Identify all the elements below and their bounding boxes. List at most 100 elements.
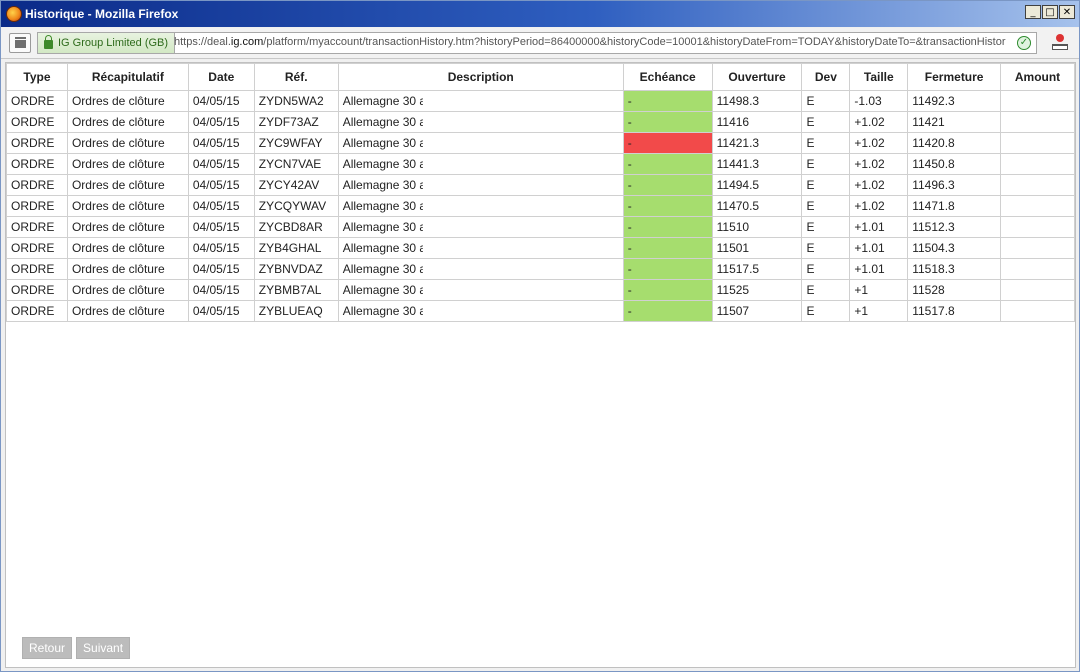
cell-recap: Ordres de clôture (66, 174, 189, 196)
minimize-button[interactable]: _ (1025, 5, 1041, 19)
cell-ech: - (622, 216, 713, 238)
table-row[interactable]: ORDRE Ordres de clôture 04/05/15 ZYDN5WA2 Al… (6, 90, 1075, 112)
cell-desc: Allemagne 30 a (337, 111, 624, 133)
cell-ech: - (622, 174, 713, 196)
cell-ouv: 11507 (711, 300, 803, 322)
cell-recap: Ordres de clôture (66, 132, 189, 154)
cell-date: 04/05/15 (187, 174, 255, 196)
cell-recap: Ordres de clôture (66, 279, 189, 301)
column-header-amount[interactable]: Amount (1000, 63, 1075, 91)
table-row[interactable]: ORDRE Ordres de clôture 04/05/15 ZYB4GHAL Al… (6, 237, 1075, 259)
cell-ouv: 11525 (711, 279, 803, 301)
cell-taille: +1.01 (849, 258, 909, 280)
cell-amount (1000, 153, 1075, 175)
cell-dev: E (801, 237, 851, 259)
close-button[interactable]: ✕ (1059, 5, 1075, 19)
cell-recap: Ordres de clôture (66, 111, 189, 133)
cell-ech: - (622, 132, 713, 154)
cell-ouv: 11416 (711, 111, 803, 133)
window-title: Historique - Mozilla Firefox (25, 7, 179, 21)
column-header-date[interactable]: Date (187, 63, 255, 91)
cell-ouv: 11441.3 (711, 153, 803, 175)
cell-desc: Allemagne 30 a (337, 132, 624, 154)
description-text: Allemagne 30 a (342, 283, 427, 297)
cell-type: ORDRE (6, 132, 68, 154)
cell-date: 04/05/15 (187, 279, 255, 301)
column-header-taille[interactable]: Taille (849, 63, 909, 91)
cell-amount (1000, 300, 1075, 322)
cell-ferm: 11518.3 (907, 258, 1002, 280)
cell-ref: ZYCQYWAV (253, 195, 339, 217)
table-row[interactable]: ORDRE Ordres de clôture 04/05/15 ZYCQYWAV Al… (6, 195, 1075, 217)
cell-type: ORDRE (6, 111, 68, 133)
table-row[interactable]: ORDRE Ordres de clôture 04/05/15 ZYCN7VAE Al… (6, 153, 1075, 175)
next-button[interactable]: Suivant (76, 637, 131, 659)
cell-dev: E (801, 132, 851, 154)
column-header-ouverture[interactable]: Ouverture (711, 63, 803, 91)
table-row[interactable]: ORDRE Ordres de clôture 04/05/15 ZYCBD8AR Al… (6, 216, 1075, 238)
navigation-bar: IG Group Limited (GB) https://deal.ig.co… (1, 28, 1079, 59)
url-path: /platform/myaccount/transactionHistory.h… (263, 36, 1006, 48)
back-button[interactable]: Retour (22, 637, 73, 659)
column-header-echeance[interactable]: Echéance (622, 63, 713, 91)
description-text: Allemagne 30 a (342, 199, 427, 213)
table-body: ORDRE Ordres de clôture 04/05/15 ZYDN5WA2 Al… (6, 90, 1075, 322)
cell-date: 04/05/15 (187, 111, 255, 133)
cell-dev: E (801, 90, 851, 112)
cell-desc: Allemagne 30 a (337, 279, 624, 301)
cell-type: ORDRE (6, 300, 68, 322)
table-row[interactable]: ORDRE Ordres de clôture 04/05/15 ZYBNVDAZ Al… (6, 258, 1075, 280)
address-bar[interactable]: IG Group Limited (GB) https://deal.ig.co… (37, 32, 1037, 54)
cell-amount (1000, 174, 1075, 196)
cell-ech: - (622, 300, 713, 322)
cell-recap: Ordres de clôture (66, 153, 189, 175)
cell-ech: - (622, 153, 713, 175)
cell-dev: E (801, 153, 851, 175)
cell-amount (1000, 237, 1075, 259)
column-header-ref[interactable]: Réf. (253, 63, 339, 91)
maximize-button[interactable]: □ (1042, 5, 1058, 19)
addon-icon[interactable] (1051, 34, 1069, 52)
cell-type: ORDRE (6, 279, 68, 301)
column-header-dev[interactable]: Dev (801, 63, 851, 91)
column-header-recap[interactable]: Récapitulatif (66, 63, 189, 91)
site-identity-button[interactable]: IG Group Limited (GB) (38, 33, 176, 53)
cell-ref: ZYBLUEAQ (253, 300, 339, 322)
cell-desc: Allemagne 30 a (337, 174, 624, 196)
url-text[interactable]: https://deal.ig.com/platform/myaccount/t… (174, 36, 1012, 48)
cell-taille: +1.02 (849, 132, 909, 154)
description-text: Allemagne 30 a (342, 304, 427, 318)
cell-amount (1000, 111, 1075, 133)
cell-amount (1000, 195, 1075, 217)
check-icon[interactable]: ✓ (1017, 36, 1031, 50)
cell-ferm: 11492.3 (907, 90, 1002, 112)
column-header-description[interactable]: Description (337, 63, 624, 91)
cell-ferm: 11512.3 (907, 216, 1002, 238)
cell-ouv: 11498.3 (711, 90, 803, 112)
cell-taille: +1.02 (849, 111, 909, 133)
cell-ref: ZYC9WFAY (253, 132, 339, 154)
cell-recap: Ordres de clôture (66, 90, 189, 112)
table-row[interactable]: ORDRE Ordres de clôture 04/05/15 ZYDF73AZ Al… (6, 111, 1075, 133)
table-row[interactable]: ORDRE Ordres de clôture 04/05/15 ZYBMB7AL Al… (6, 279, 1075, 301)
cell-ref: ZYBNVDAZ (253, 258, 339, 280)
cell-ref: ZYCBD8AR (253, 216, 339, 238)
description-text: Allemagne 30 a (342, 136, 427, 150)
cell-ouv: 11501 (711, 237, 803, 259)
description-text: Allemagne 30 a (342, 157, 427, 171)
table-row[interactable]: ORDRE Ordres de clôture 04/05/15 ZYCY42AV Al… (6, 174, 1075, 196)
page-icon (15, 37, 26, 48)
cell-ech: - (622, 195, 713, 217)
page-menu-button[interactable] (9, 33, 31, 53)
cell-desc: Allemagne 30 a (337, 90, 624, 112)
cell-ref: ZYB4GHAL (253, 237, 339, 259)
table-row[interactable]: ORDRE Ordres de clôture 04/05/15 ZYBLUEAQ Al… (6, 300, 1075, 322)
column-header-type[interactable]: Type (6, 63, 68, 91)
cell-recap: Ordres de clôture (66, 195, 189, 217)
table-row[interactable]: ORDRE Ordres de clôture 04/05/15 ZYC9WFAY Al… (6, 132, 1075, 154)
column-header-fermeture[interactable]: Fermeture (907, 63, 1002, 91)
url-domain: ig.com (230, 36, 264, 48)
cell-desc: Allemagne 30 a (337, 216, 624, 238)
cell-recap: Ordres de clôture (66, 300, 189, 322)
cell-taille: +1.02 (849, 174, 909, 196)
